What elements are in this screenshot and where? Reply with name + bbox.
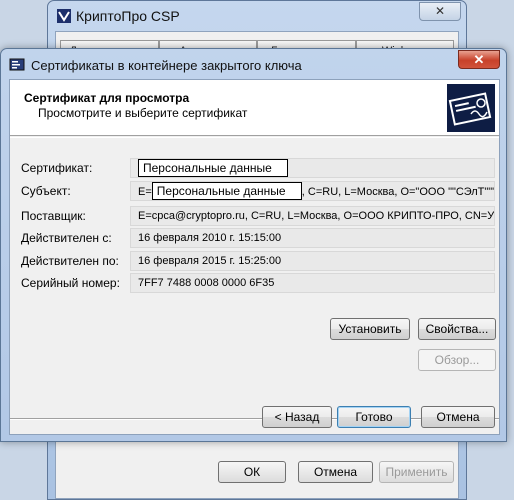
row-issuer: Поставщик: E=cpca@cryptopro.ru, C=RU, L=… bbox=[10, 206, 499, 226]
wizard-header: Сертификат для просмотра Просмотрите и в… bbox=[10, 80, 499, 136]
issuer-value: E=cpca@cryptopro.ru, C=RU, L=Москва, O=О… bbox=[130, 206, 495, 226]
row-certificate: Сертификат: Персональные данные bbox=[10, 158, 499, 178]
dialog-close-button[interactable]: ✕ bbox=[458, 50, 500, 69]
serial-label: Серийный номер: bbox=[21, 276, 120, 290]
certificate-wizard-icon bbox=[447, 84, 495, 132]
background-window-title: КриптоПро CSP bbox=[76, 8, 180, 24]
header-title: Сертификат для просмотра bbox=[24, 91, 190, 105]
properties-button[interactable]: Свойства... bbox=[418, 318, 496, 340]
certificate-label: Сертификат: bbox=[21, 161, 93, 175]
valid-from-label: Действителен с: bbox=[21, 231, 112, 245]
browse-button[interactable]: Обзор... bbox=[418, 349, 496, 371]
row-subject: Субъект: E= Персональные данные, C=RU, L=… bbox=[10, 181, 499, 201]
background-ok-button[interactable]: ОК bbox=[218, 461, 286, 483]
header-separator bbox=[10, 137, 499, 138]
row-valid-from: Действителен с: 16 февраля 2010 г. 15:15… bbox=[10, 228, 499, 248]
certificate-value: Персональные данные bbox=[138, 159, 288, 177]
valid-from-value: 16 февраля 2010 г. 15:15:00 bbox=[130, 228, 495, 248]
cancel-button[interactable]: Отмена bbox=[421, 406, 495, 428]
row-valid-to: Действителен по: 16 февраля 2015 г. 15:2… bbox=[10, 251, 499, 271]
subject-value-boxed: Персональные данные bbox=[151, 182, 302, 200]
finish-button[interactable]: Готово bbox=[337, 406, 411, 428]
issuer-label: Поставщик: bbox=[21, 209, 86, 223]
valid-to-label: Действителен по: bbox=[21, 254, 119, 268]
header-subtitle: Просмотрите и выберите сертификат bbox=[38, 106, 248, 120]
valid-to-value: 16 февраля 2015 г. 15:25:00 bbox=[130, 251, 495, 271]
certificate-value-field: Персональные данные bbox=[130, 158, 495, 178]
certificate-icon bbox=[9, 58, 25, 71]
subject-value-rest: , C=RU, L=Москва, O="ООО ""СЭлТ""", bbox=[301, 186, 495, 198]
background-close-button[interactable]: ✕ bbox=[419, 2, 461, 21]
cryptopro-app-icon bbox=[57, 9, 71, 23]
background-apply-button[interactable]: Применить bbox=[379, 461, 454, 483]
back-button[interactable]: < Назад bbox=[262, 406, 332, 428]
install-button[interactable]: Установить bbox=[330, 318, 410, 340]
subject-value-field: E= Персональные данные, C=RU, L=Москва, O… bbox=[130, 181, 495, 201]
certificates-dialog: Сертификаты в контейнере закрытого ключа… bbox=[0, 48, 507, 442]
dialog-title: Сертификаты в контейнере закрытого ключа bbox=[31, 58, 302, 73]
dialog-client: Сертификат для просмотра Просмотрите и в… bbox=[9, 79, 500, 435]
row-serial: Серийный номер: 7FF7 7488 0008 0000 6F35 bbox=[10, 273, 499, 293]
serial-value: 7FF7 7488 0008 0000 6F35 bbox=[130, 273, 495, 293]
background-cancel-button[interactable]: Отмена bbox=[298, 461, 373, 483]
subject-label: Субъект: bbox=[21, 184, 71, 198]
